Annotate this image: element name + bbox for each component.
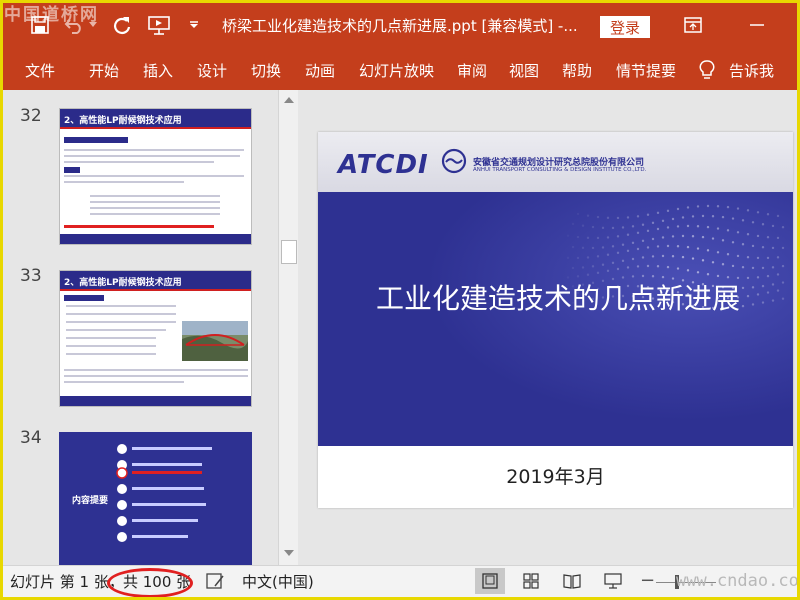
ribbon-display-options-icon[interactable] [678, 10, 708, 40]
tab-animations[interactable]: 动画 [305, 60, 335, 81]
normal-view-icon[interactable] [475, 568, 505, 594]
thumbnail-text-line [64, 369, 248, 371]
thumbnail-contents-label: 内容提要 [72, 496, 109, 506]
thumbnail-table-line [90, 201, 220, 203]
notes-icon[interactable] [205, 572, 225, 594]
slide-thumbnail-34[interactable]: 内容提要 [59, 432, 252, 565]
lightbulb-icon[interactable] [698, 59, 716, 85]
slide-title-band: 工业化建造技术的几点新进展 [318, 192, 793, 446]
thumbnail-text-line [66, 305, 176, 307]
thumbnail-title: 2、高性能LP耐候钢技术应用 [60, 109, 251, 129]
language-indicator[interactable]: 中文(中国) [242, 571, 314, 592]
bridge-photo [182, 321, 248, 361]
tab-design[interactable]: 设计 [197, 60, 227, 81]
thumbnail-text-line [66, 345, 156, 347]
slideshow-from-start-icon[interactable] [144, 10, 174, 40]
slide-date: 2019年3月 [506, 466, 605, 488]
title-bar: 中国道桥网 桥梁工业化建造技术的几点新进展.ppt [兼容模式] -... 登录 [0, 0, 800, 50]
thumbnail-footer [60, 396, 251, 406]
thumbnail-number: 32 [20, 106, 42, 126]
company-logo-icon [441, 148, 467, 174]
thumbnail-table-line [90, 195, 220, 197]
customize-toolbar-icon[interactable] [186, 10, 202, 40]
thumbnail-scrollbar[interactable] [278, 90, 298, 565]
undo-dropdown-icon[interactable] [86, 10, 100, 40]
zoom-out-icon[interactable]: − [640, 570, 655, 591]
thumbnail-text-line [64, 149, 244, 151]
thumbnail-text-line [66, 353, 156, 355]
thumbnail-text-line [64, 161, 214, 163]
undo-icon[interactable] [60, 10, 88, 40]
tab-slideshow[interactable]: 幻灯片放映 [359, 60, 434, 81]
tab-review[interactable]: 审阅 [457, 60, 487, 81]
highlight-ellipse [107, 568, 193, 598]
slide-heading: 工业化建造技术的几点新进展 [376, 282, 741, 315]
thumbnail-text-line [66, 329, 166, 331]
thumbnail-number: 33 [20, 266, 42, 286]
slideshow-view-icon[interactable] [598, 568, 628, 594]
thumbnail-text-line [66, 313, 176, 315]
slide-thumbnail-pane: 32 2、高性能LP耐候钢技术应用 33 2、高性能LP耐候钢技术应用 34 内… [0, 90, 300, 565]
watermark-bottom-right: www.cndao.com [676, 571, 800, 591]
thumbnail-footer [60, 234, 251, 244]
thumbnail-heading-block [64, 295, 104, 301]
thumbnail-text-line [64, 181, 184, 183]
thumbnail-text-line [64, 381, 184, 383]
thumbnail-heading-block [64, 137, 128, 143]
tab-transitions[interactable]: 切换 [251, 60, 281, 81]
thumbnail-text-line [64, 155, 240, 157]
thumbnail-text-line [64, 375, 248, 377]
slide-thumbnail-32[interactable]: 2、高性能LP耐候钢技术应用 [59, 108, 252, 245]
thumbnail-title: 2、高性能LP耐候钢技术应用 [60, 271, 251, 291]
thumbnail-number: 34 [20, 428, 42, 448]
minimize-icon[interactable] [742, 10, 772, 40]
document-title: 桥梁工业化建造技术的几点新进展.ppt [兼容模式] -... [222, 17, 578, 35]
tab-home[interactable]: 开始 [89, 60, 119, 81]
tab-file[interactable]: 文件 [25, 60, 55, 81]
thumbnail-table-line [90, 213, 220, 215]
ribbon-tabs: 文件 开始 插入 设计 切换 动画 幻灯片放映 审阅 视图 帮助 情节提要 告诉… [0, 50, 800, 90]
slide-header-area: ATCDI 安徽省交通规划设计研究总院股份有限公司 ANHUI TRANSPOR… [318, 132, 793, 192]
scroll-down-icon[interactable] [281, 545, 297, 561]
company-name-en: ANHUI TRANSPORT CONSULTING & DESIGN INST… [473, 167, 647, 173]
tab-view[interactable]: 视图 [509, 60, 539, 81]
thumbnail-table-line [90, 207, 220, 209]
tab-storyboarding[interactable]: 情节提要 [616, 60, 676, 81]
redo-icon[interactable] [108, 10, 136, 40]
thumbnail-heading-block [64, 167, 80, 173]
tab-insert[interactable]: 插入 [143, 60, 173, 81]
company-logo-text: ATCDI [338, 150, 429, 180]
main-slide-canvas[interactable]: ATCDI 安徽省交通规划设计研究总院股份有限公司 ANHUI TRANSPOR… [318, 132, 793, 508]
scroll-up-icon[interactable] [281, 92, 297, 108]
slide-sorter-icon[interactable] [516, 568, 546, 594]
save-icon[interactable] [26, 10, 54, 40]
thumbnail-text-line [66, 321, 176, 323]
thumbnail-red-text [64, 225, 214, 228]
thumbnail-text-line [64, 175, 244, 177]
reading-view-icon[interactable] [557, 568, 587, 594]
slide-thumbnail-33[interactable]: 2、高性能LP耐候钢技术应用 [59, 270, 252, 407]
toc-list-graphic [116, 444, 212, 542]
thumbnail-text-line [66, 337, 156, 339]
login-button[interactable]: 登录 [600, 16, 650, 38]
tell-me-search[interactable]: 告诉我 [729, 60, 774, 81]
tab-help[interactable]: 帮助 [562, 60, 592, 81]
decorative-dot-pattern [318, 192, 793, 446]
scrollbar-thumb[interactable] [281, 240, 297, 264]
status-bar: 幻灯片 第 1 张， 共 100 张 中文(中国) − www.cndao.co… [0, 565, 800, 600]
